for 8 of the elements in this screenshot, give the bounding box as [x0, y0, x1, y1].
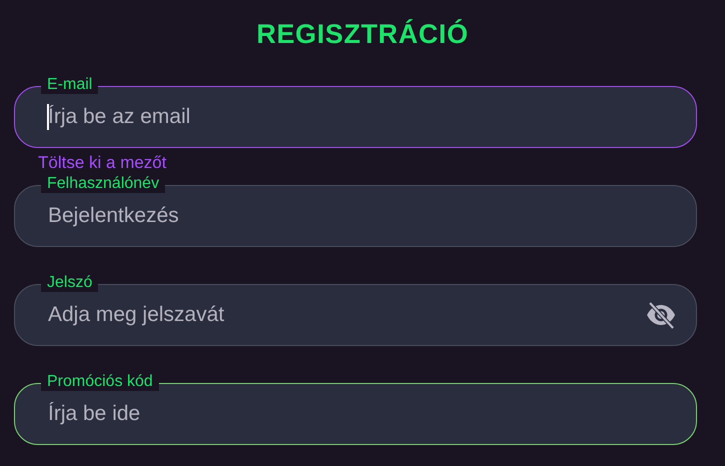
- error-message: Töltse ki a mezőt: [38, 153, 166, 173]
- field-label: Felhasználónév: [41, 175, 166, 193]
- field-label: Promóciós kód: [41, 373, 159, 391]
- text-cursor: [47, 104, 49, 130]
- field-label: E-mail: [41, 76, 98, 94]
- field-label: Jelszó: [41, 274, 98, 292]
- eye-off-icon[interactable]: [645, 301, 677, 329]
- form-title: REGISZTRÁCIÓ: [256, 18, 469, 50]
